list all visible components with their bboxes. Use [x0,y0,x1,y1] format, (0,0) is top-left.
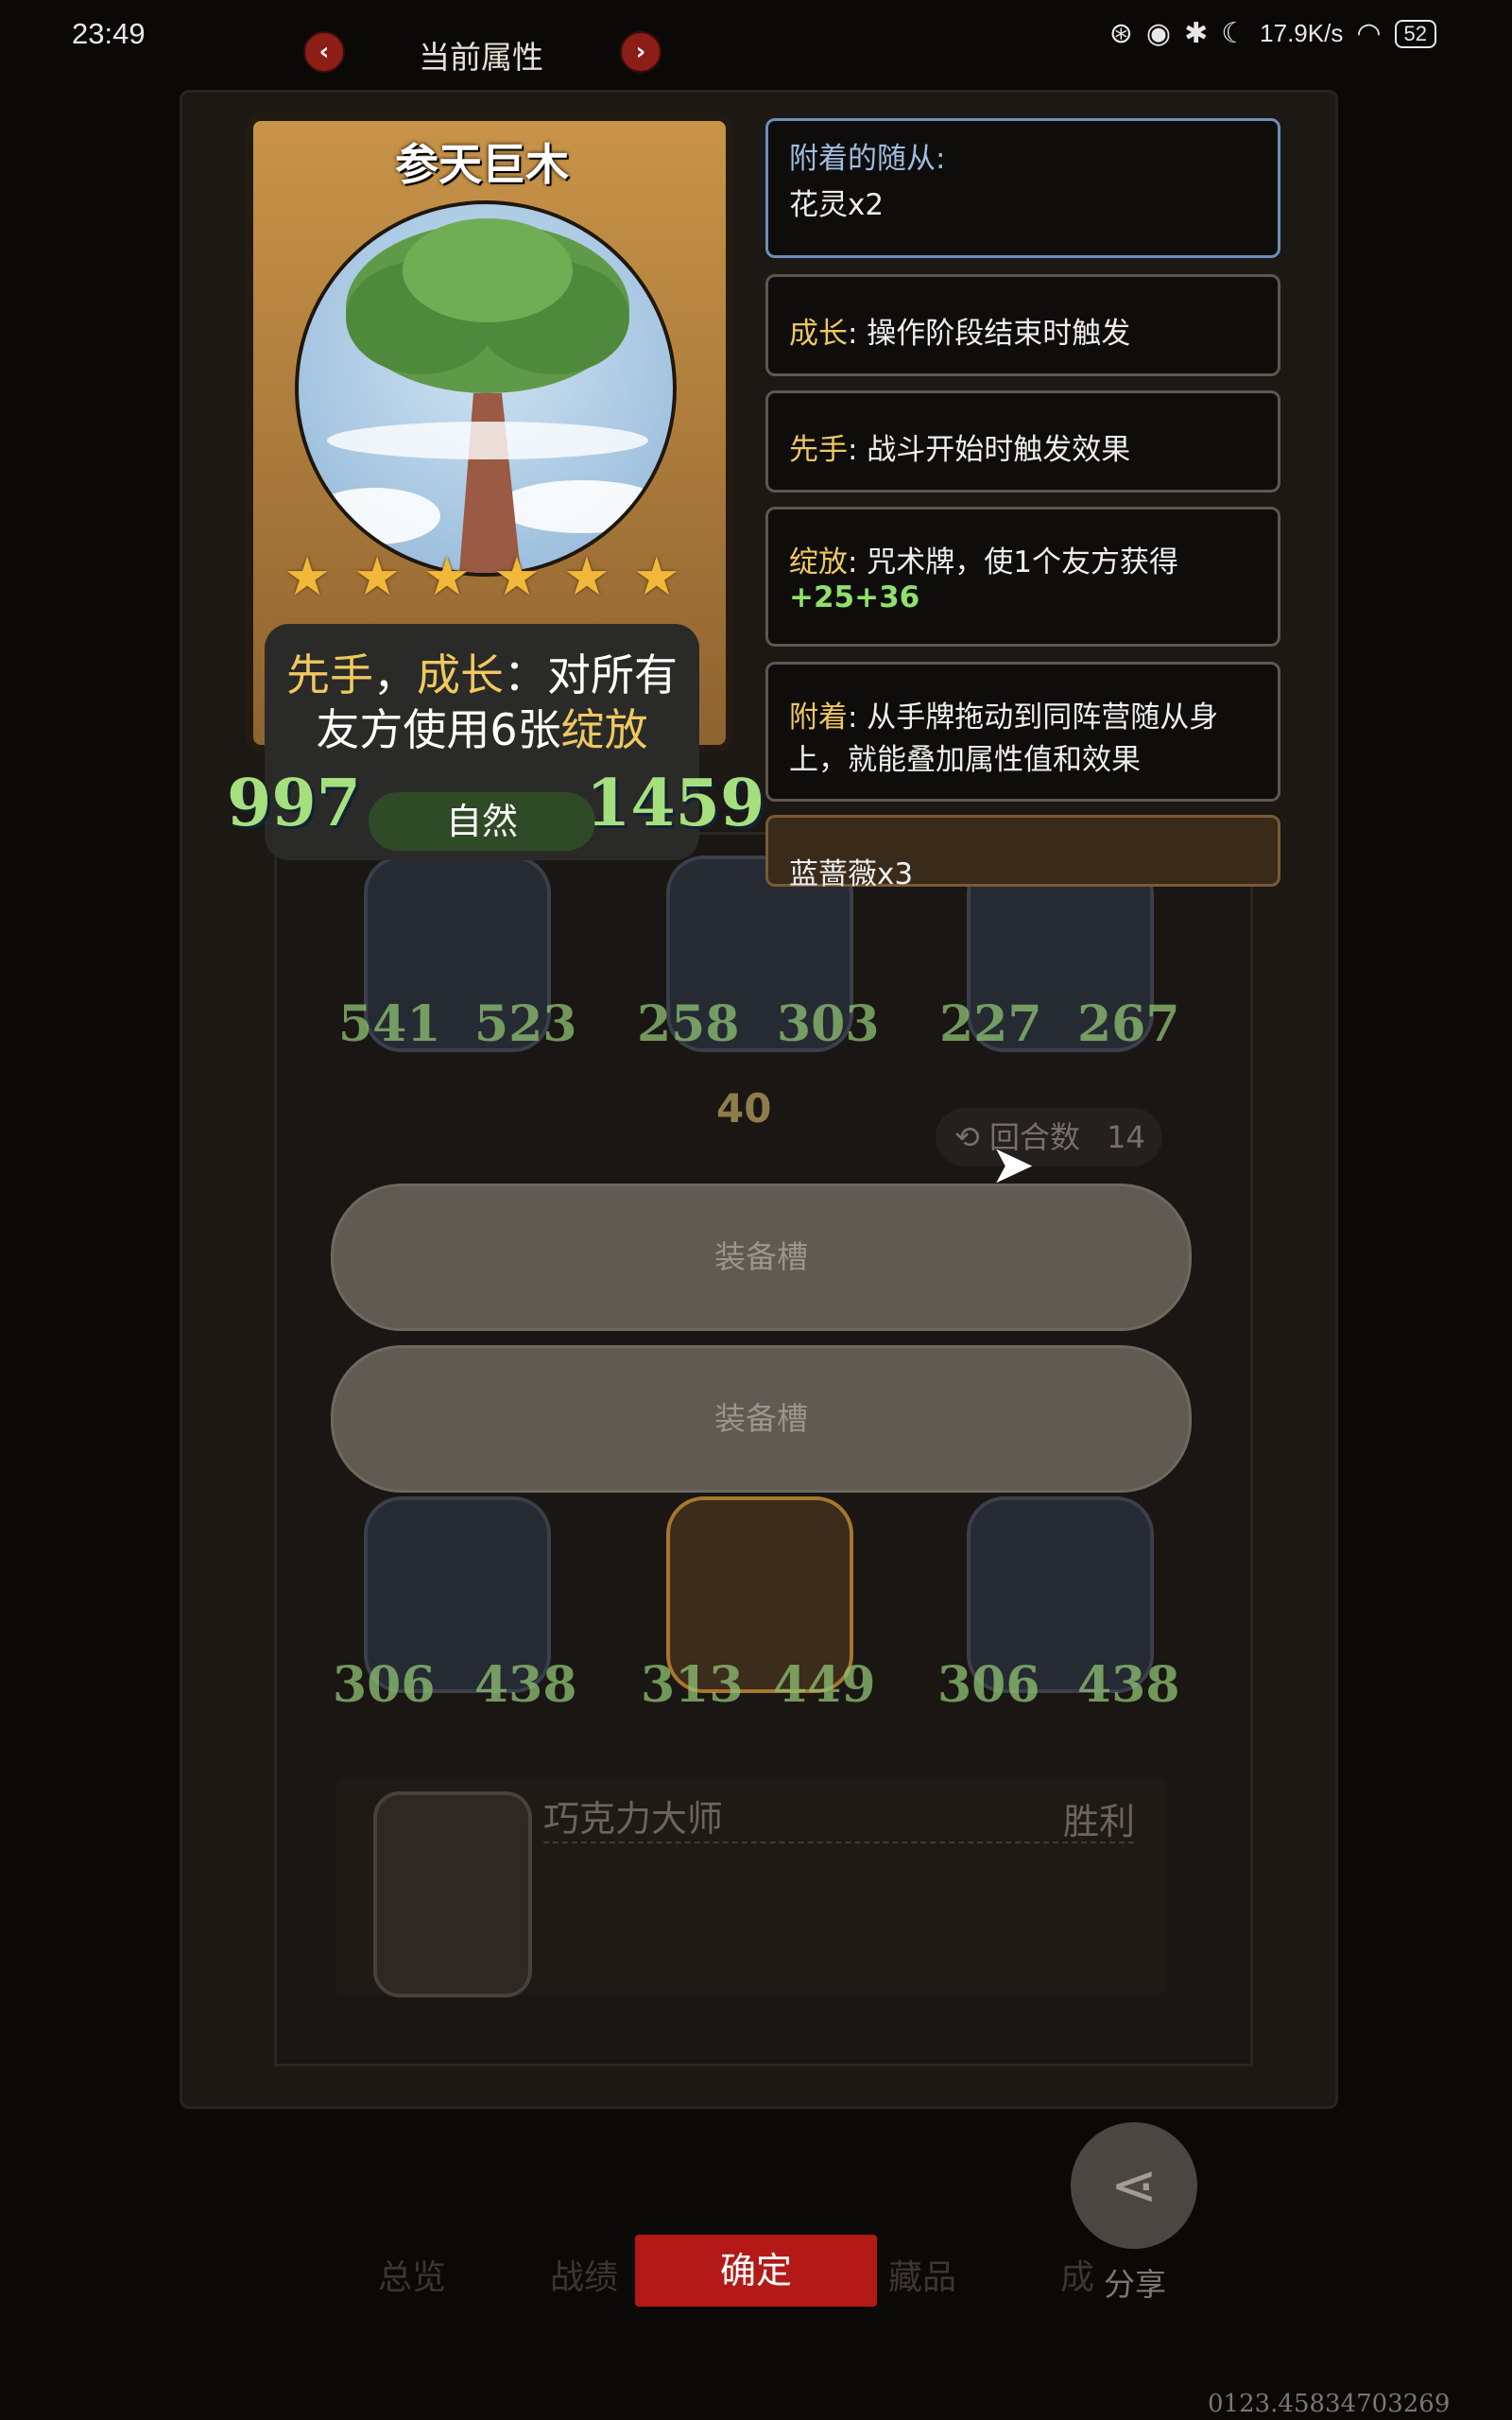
moon-icon: ☾ [1221,18,1247,49]
keyword-text: : 操作阶段结束时触发 [848,317,1131,351]
battery-level: 52 [1394,19,1436,48]
star-icon: ★ [562,546,611,608]
attached-value: 花灵x2 [789,188,885,222]
star-icon: ★ [632,546,680,608]
unit-health: 523 [474,995,577,1053]
desc-sep: ， [373,649,417,700]
bloom-buff: +25+36 [789,580,920,614]
opponent-name: 巧克力大师 [543,1798,724,1840]
star-icon: ★ [352,546,402,608]
star-icon: ★ [492,546,541,608]
unit-attack: 541 [338,995,441,1053]
version-text: 0123.45834703269 [1208,2390,1451,2418]
next-arrow-button[interactable]: › [620,31,662,73]
keyword-panel-attach: 附着: 从手牌拖动到同阵营随从身上，就能叠加属性值和效果 [765,662,1280,802]
round-counter: ⟲ 回合数 14 [936,1108,1162,1167]
star-icon: ★ [422,546,472,608]
net-speed: 17.9K/s [1260,19,1344,47]
unit-attack: 306 [333,1656,436,1714]
unit-health: 267 [1077,995,1180,1053]
tab-achievement[interactable]: 成 [1060,2250,1094,2299]
keyword-text: : 咒术牌，使1个友方获得 [848,545,1179,579]
eye-icon: ◉ [1145,18,1172,49]
bluetooth-icon: ✱ [1184,18,1209,49]
tree-illustration [295,200,677,577]
keyword-label: 先手 [789,433,848,467]
desc-text: 友方使用6张 [316,704,561,755]
mouse-cursor-icon: ➤ [990,1134,1035,1196]
follower-panel: 蓝蔷薇x3 [765,815,1280,891]
card-name: 参天巨木 [395,139,569,190]
unit-health: 438 [474,1656,577,1714]
keyword-panel-bloom: 绽放: 咒术牌，使1个友方获得 +25+36 [765,507,1280,647]
unit-attack: 306 [937,1656,1040,1714]
element-badge: 自然 [369,792,595,851]
tab-collection[interactable]: 藏品 [888,2250,956,2299]
page-title: 当前属性 [419,39,543,76]
battle-result: 胜利 [1063,1801,1136,1842]
star-rating: ★ ★ ★ ★ ★ ★ [284,546,680,608]
star-icon: ★ [284,546,332,608]
card-attack: 997 [227,766,361,841]
keyword-panel-growth: 成长: 操作阶段结束时触发 [765,274,1280,376]
share-label: 分享 [1104,2266,1166,2303]
round-value: 14 [1107,1119,1145,1155]
chevron-left-icon: ‹ [318,38,330,66]
unit-attack: 258 [637,995,740,1053]
equipment-slot[interactable]: 装备槽 [331,1184,1192,1331]
keyword-label: 成长 [789,317,848,351]
confirm-button[interactable]: 确定 [635,2235,877,2307]
unit-attack: 227 [939,995,1042,1053]
share-button[interactable]: ⋖ [1071,2122,1197,2249]
status-time: 23:49 [72,17,146,50]
wifi-icon: ◠ [1356,18,1382,49]
keyword-label: 附着 [789,700,848,735]
keyword-first: 先手 [286,649,373,700]
unit-health: 438 [1077,1656,1180,1714]
divider [543,1841,1134,1843]
tab-overview[interactable]: 总览 [378,2250,446,2299]
attached-title: 附着的随从: [789,142,946,176]
share-icon: ⋖ [1109,2152,1159,2219]
attached-followers-panel: 附着的随从: 花灵x2 [765,118,1280,258]
tab-record[interactable]: 战绩 [550,2250,618,2299]
level-badge: 40 [716,1085,772,1132]
opponent-avatar[interactable] [373,1791,532,1997]
desc-text: ：对所有 [504,649,678,700]
card-health: 1459 [586,766,765,841]
unit-attack: 313 [641,1656,744,1714]
prev-arrow-button[interactable]: ‹ [303,31,345,73]
status-icons: ⊛ ◉ ✱ ☾ 17.9K/s ◠ 52 [1109,17,1436,50]
card-description: 先手，成长：对所有 友方使用6张绽放 [265,648,699,757]
refresh-icon: ⟲ [954,1119,989,1155]
chevron-right-icon: › [635,38,646,66]
keyword-text: : 战斗开始时触发效果 [848,433,1131,467]
unit-health: 449 [773,1656,876,1714]
keyword-panel-first: 先手: 战斗开始时触发效果 [765,390,1280,493]
keyword-label: 绽放 [789,545,848,579]
equipment-slot[interactable]: 装备槽 [331,1345,1192,1493]
keyword-bloom: 绽放 [560,704,648,755]
unit-health: 303 [777,995,880,1053]
nfc-icon: ⊛ [1108,18,1133,49]
follower-name: 蓝蔷薇x3 [789,857,914,891]
card-detail: 参天巨木 ★ ★ ★ ★ ★ ★ 先手，成长：对所有 友方使用6张绽放 自然 9… [227,113,765,860]
keyword-growth: 成长 [417,649,504,700]
keyword-text: : 从手牌拖动到同阵营随从身上，就能叠加属性值和效果 [789,700,1219,777]
